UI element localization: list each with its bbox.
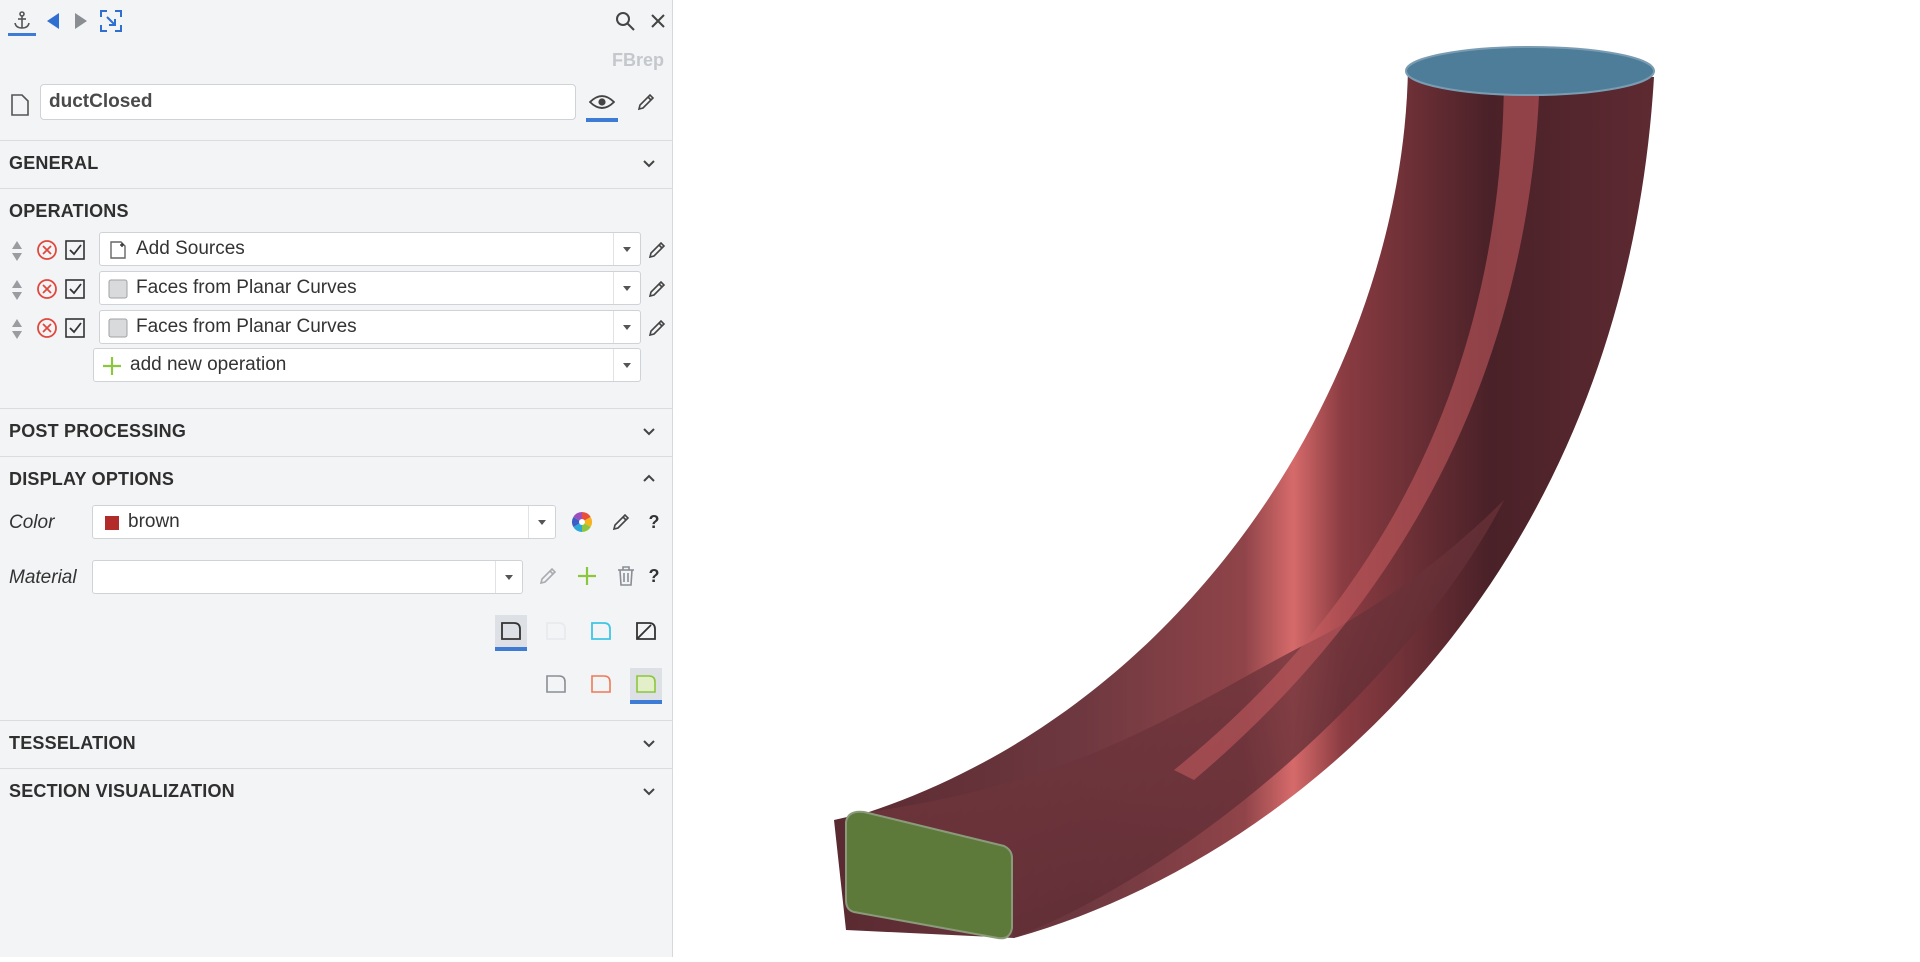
section-post-processing[interactable]: POST PROCESSING [0, 408, 673, 454]
chevron-down-icon[interactable] [613, 272, 640, 304]
trash-icon [612, 562, 640, 590]
chevron-down-icon[interactable] [613, 311, 640, 343]
operation-label: Add Sources [136, 238, 245, 259]
add-sources-icon [110, 241, 126, 259]
gray-square-icon [108, 279, 128, 299]
toolbar [0, 0, 673, 44]
forward-arrow-icon[interactable] [70, 8, 92, 34]
section-tesselation[interactable]: TESSELATION [0, 720, 673, 766]
color-label: Color [9, 512, 55, 533]
pencil-icon[interactable] [632, 88, 660, 116]
chevron-down-icon [643, 160, 655, 168]
search-icon[interactable] [612, 8, 638, 34]
anchor-icon[interactable] [8, 6, 36, 36]
operation-label: Faces from Planar Curves [136, 277, 357, 298]
chevron-up-icon [643, 474, 655, 482]
add-operation-select[interactable]: add new operation [93, 348, 641, 382]
section-tesselation-label: TESSELATION [9, 733, 136, 753]
wireframe-mode-button[interactable] [585, 615, 617, 647]
section-operations: OPERATIONS [0, 188, 673, 234]
add-operation-label: add new operation [130, 354, 287, 375]
delete-operation-icon[interactable] [34, 276, 60, 302]
chevron-down-icon[interactable] [613, 233, 640, 265]
section-operations-label: OPERATIONS [9, 201, 129, 221]
edit-operation-pencil-icon[interactable] [644, 275, 670, 303]
help-icon[interactable]: ? [642, 562, 666, 590]
section-general[interactable]: GENERAL [0, 140, 673, 186]
material-label: Material [9, 567, 77, 588]
sort-handle-icon[interactable] [8, 277, 26, 303]
sort-handle-icon[interactable] [8, 238, 26, 264]
color-wheel-icon[interactable] [568, 508, 596, 536]
section-display-options[interactable]: DISPLAY OPTIONS [0, 456, 673, 502]
operation-row: Faces from Planar Curves [0, 310, 673, 346]
plus-icon [103, 357, 121, 375]
chevron-down-icon [643, 740, 655, 748]
enabled-checkbox-icon[interactable] [62, 276, 88, 302]
eye-icon[interactable] [586, 86, 618, 122]
back-arrow-icon[interactable] [42, 8, 64, 34]
faces-gray-button[interactable] [540, 668, 572, 700]
faces-green-button[interactable] [630, 668, 662, 704]
enabled-checkbox-icon[interactable] [62, 237, 88, 263]
chevron-down-icon [643, 428, 655, 436]
section-section-visualization[interactable]: SECTION VISUALIZATION [0, 768, 673, 814]
object-name-row: ductClosed [0, 84, 673, 124]
color-select[interactable]: brown [92, 505, 556, 539]
section-mode-button[interactable] [630, 615, 662, 647]
material-select[interactable] [92, 560, 523, 594]
hidden-mode-button[interactable] [540, 615, 572, 647]
chevron-down-icon[interactable] [495, 561, 522, 593]
document-icon [8, 92, 32, 118]
delete-operation-icon[interactable] [34, 315, 60, 341]
operation-select[interactable]: Faces from Planar Curves [99, 310, 641, 344]
operation-select[interactable]: Add Sources [99, 232, 641, 266]
3d-viewport[interactable] [674, 0, 1920, 957]
chevron-down-icon[interactable] [528, 506, 555, 538]
color-value: brown [128, 511, 180, 532]
add-material-plus-icon[interactable] [573, 562, 601, 590]
fit-selection-icon[interactable] [98, 8, 124, 34]
section-section-visualization-label: SECTION VISUALIZATION [9, 781, 235, 801]
edit-operation-pencil-icon[interactable] [644, 314, 670, 342]
chevron-down-icon [643, 788, 655, 796]
operation-select[interactable]: Faces from Planar Curves [99, 271, 641, 305]
section-post-processing-label: POST PROCESSING [9, 421, 187, 441]
sort-handle-icon[interactable] [8, 316, 26, 342]
object-name-input[interactable]: ductClosed [40, 84, 576, 120]
duct-model[interactable] [674, 0, 1920, 957]
faces-orange-button[interactable] [585, 668, 617, 700]
chevron-down-icon[interactable] [613, 349, 640, 381]
pencil-icon[interactable] [607, 508, 635, 536]
properties-panel: FBrep ductClosed GENERAL OPERATIONS Add … [0, 0, 673, 957]
section-general-label: GENERAL [9, 153, 99, 173]
operation-row: Add Sources [0, 232, 673, 268]
top-face [1405, 46, 1655, 96]
enabled-checkbox-icon[interactable] [62, 315, 88, 341]
shaded-mode-button[interactable] [495, 615, 527, 651]
object-type-badge: FBrep [611, 50, 664, 70]
help-icon[interactable]: ? [642, 508, 666, 536]
section-display-options-label: DISPLAY OPTIONS [9, 469, 175, 489]
gray-square-icon [108, 318, 128, 338]
delete-operation-icon[interactable] [34, 237, 60, 263]
color-swatch [105, 516, 119, 530]
edit-operation-pencil-icon[interactable] [644, 236, 670, 264]
operation-label: Faces from Planar Curves [136, 316, 357, 337]
operation-row: Faces from Planar Curves [0, 271, 673, 307]
close-icon[interactable] [646, 8, 670, 34]
pencil-disabled-icon [534, 562, 562, 590]
